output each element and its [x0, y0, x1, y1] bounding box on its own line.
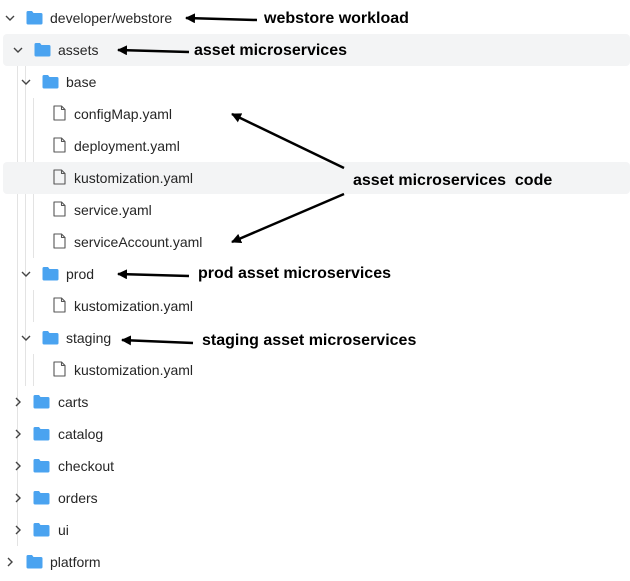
chevron-down-icon[interactable]	[3, 11, 17, 25]
chevron-right-icon[interactable]	[11, 523, 25, 537]
tree-row-file[interactable]: service.yaml	[0, 194, 630, 226]
tree-row-platform[interactable]: platform	[0, 546, 630, 578]
folder-label: base	[66, 74, 97, 90]
folder-icon	[26, 555, 43, 569]
tree-row-carts[interactable]: carts	[0, 386, 630, 418]
folder-label: checkout	[58, 458, 115, 474]
file-icon	[53, 233, 66, 249]
chevron-right-icon[interactable]	[11, 491, 25, 505]
file-label: kustomization.yaml	[74, 298, 194, 314]
folder-label: developer/webstore	[50, 10, 173, 26]
tree-row-ui[interactable]: ui	[0, 514, 630, 546]
folder-icon	[26, 11, 43, 25]
file-label: service.yaml	[74, 202, 152, 218]
chevron-right-icon[interactable]	[11, 459, 25, 473]
annotation-prod: prod asset microservices	[198, 265, 391, 282]
tree-row-file[interactable]: kustomization.yaml	[0, 290, 630, 322]
file-icon	[53, 361, 66, 377]
tree-row-file[interactable]: configMap.yaml	[0, 98, 630, 130]
folder-label: prod	[66, 266, 95, 282]
tree-row-base[interactable]: base	[0, 66, 630, 98]
folder-icon	[42, 75, 59, 89]
file-icon	[53, 105, 66, 121]
folder-label: catalog	[58, 426, 104, 442]
folder-label: platform	[50, 554, 101, 570]
tree-row-file[interactable]: serviceAccount.yaml	[0, 226, 630, 258]
chevron-right-icon[interactable]	[3, 555, 17, 569]
folder-icon	[42, 331, 59, 345]
tree-row-catalog[interactable]: catalog	[0, 418, 630, 450]
file-icon	[53, 137, 66, 153]
folder-icon	[33, 459, 50, 473]
chevron-right-icon[interactable]	[11, 395, 25, 409]
annotation-assets: asset microservices	[194, 42, 347, 59]
file-label: deployment.yaml	[74, 138, 180, 154]
folder-label: staging	[66, 330, 112, 346]
folder-icon	[33, 491, 50, 505]
annotation-staging: staging asset microservices	[202, 332, 417, 349]
tree-row-file[interactable]: kustomization.yaml	[0, 354, 630, 386]
chevron-down-icon[interactable]	[11, 43, 25, 57]
chevron-down-icon[interactable]	[19, 331, 33, 345]
chevron-right-icon[interactable]	[11, 427, 25, 441]
folder-label: ui	[58, 522, 69, 538]
file-icon	[53, 297, 66, 313]
tree-row-file[interactable]: deployment.yaml	[0, 130, 630, 162]
file-label: kustomization.yaml	[74, 170, 194, 186]
tree-row-checkout[interactable]: checkout	[0, 450, 630, 482]
chevron-down-icon[interactable]	[19, 75, 33, 89]
folder-icon	[33, 427, 50, 441]
file-icon	[53, 169, 66, 185]
folder-icon	[33, 523, 50, 537]
annotation-code: asset microservices code	[353, 172, 553, 189]
file-icon	[53, 201, 66, 217]
annotation-webstore: webstore workload	[264, 10, 409, 27]
folder-icon	[42, 267, 59, 281]
chevron-down-icon[interactable]	[19, 267, 33, 281]
tree-row-orders[interactable]: orders	[0, 482, 630, 514]
folder-icon	[34, 43, 51, 57]
folder-icon	[33, 395, 50, 409]
folder-label: carts	[58, 394, 89, 410]
folder-label: assets	[58, 42, 99, 58]
file-label: serviceAccount.yaml	[74, 234, 203, 250]
folder-label: orders	[58, 490, 98, 506]
file-label: configMap.yaml	[74, 106, 173, 122]
file-label: kustomization.yaml	[74, 362, 194, 378]
